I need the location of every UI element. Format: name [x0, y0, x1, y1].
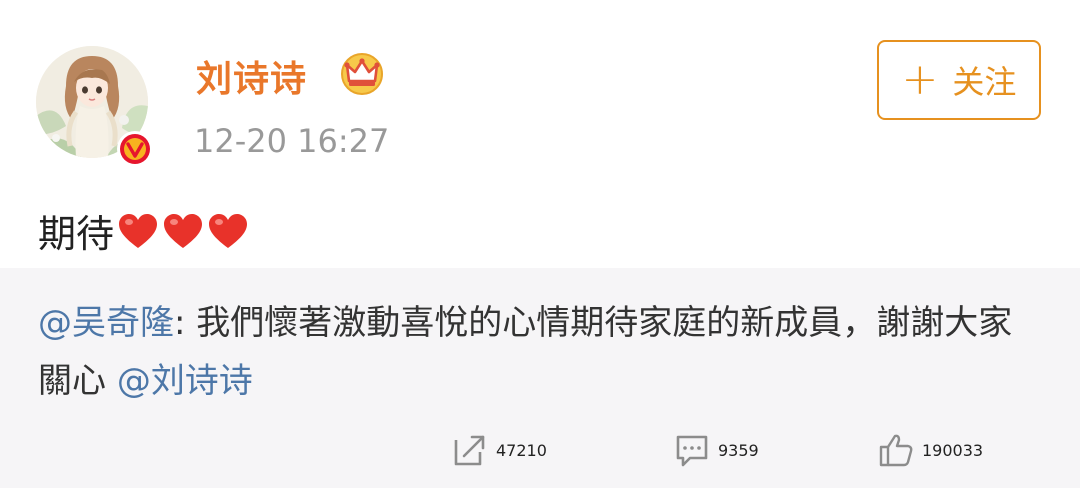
- verified-v-icon: [116, 130, 154, 168]
- thumbs-up-icon: [879, 434, 913, 467]
- post-header: 刘诗诗 12-20 16:27 + 关注: [0, 0, 1080, 190]
- repost-icon: [454, 435, 485, 466]
- comment-count-button[interactable]: 9359: [674, 432, 759, 468]
- reposted-content[interactable]: @吴奇隆: 我們懷著激動喜悅的心情期待家庭的新成員，謝謝大家關心 @刘诗诗 47…: [0, 268, 1080, 488]
- post-text-content: 期待: [38, 212, 115, 256]
- like-count: 190033: [922, 440, 984, 460]
- heart-icon: [119, 213, 158, 248]
- comment-icon: [676, 435, 708, 467]
- plus-icon: +: [901, 54, 939, 105]
- heart-emoji-group: [116, 211, 251, 251]
- repost-separator: :: [174, 303, 197, 343]
- post-text: 期待: [38, 203, 251, 258]
- repost-tail-mention[interactable]: @刘诗诗: [117, 361, 253, 401]
- comment-count: 9359: [718, 440, 759, 460]
- repost-count-button[interactable]: 47210: [452, 432, 547, 468]
- repost-text: @吴奇隆: 我們懷著激動喜悅的心情期待家庭的新成員，謝謝大家關心 @刘诗诗: [38, 294, 1038, 410]
- repost-author-mention[interactable]: @吴奇隆: [38, 303, 174, 343]
- crown-icon[interactable]: [338, 50, 386, 96]
- post-timestamp: 12-20 16:27: [194, 122, 390, 160]
- follow-button[interactable]: + 关注: [877, 40, 1041, 120]
- username[interactable]: 刘诗诗: [196, 50, 307, 102]
- heart-icon: [209, 213, 248, 248]
- repost-count: 47210: [496, 440, 547, 460]
- heart-icon: [164, 213, 203, 248]
- follow-label: 关注: [952, 63, 1017, 101]
- avatar-container[interactable]: [36, 46, 154, 167]
- like-count-button[interactable]: 190033: [878, 432, 983, 468]
